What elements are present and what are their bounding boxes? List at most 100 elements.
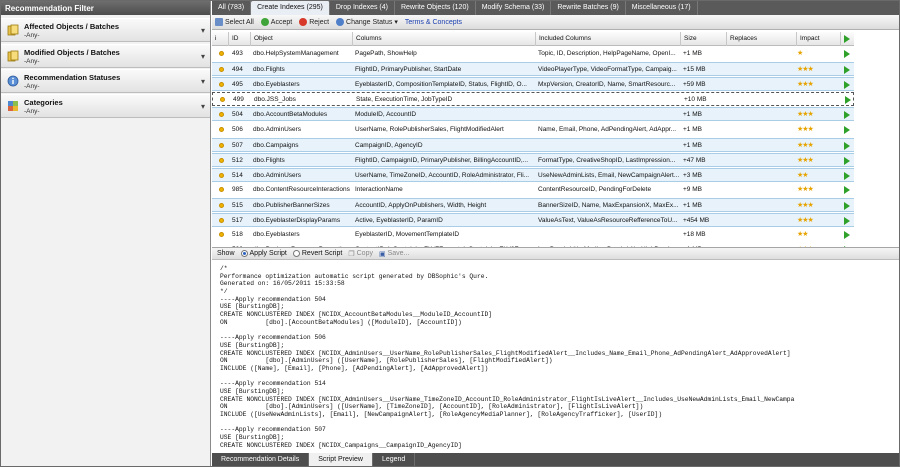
revert-script-label: Revert Script — [301, 250, 343, 257]
filter-categories[interactable]: Categories -Any- ▾ — [1, 94, 210, 118]
play-icon[interactable] — [844, 231, 850, 240]
play-icon[interactable] — [845, 96, 851, 105]
row-id: 495 — [232, 81, 243, 89]
script-line: ON [dbo].[AdminUsers] ([UserName], [Role… — [220, 357, 553, 365]
tab-drop-indexes[interactable]: Drop Indexes (4) — [330, 1, 395, 15]
select-all-button[interactable]: Select All — [215, 18, 254, 26]
table-row[interactable]: 515 dbo.PublisherBannerSizes AccountID, Ap… — [212, 198, 854, 212]
tab-miscellaneous[interactable]: Miscellaneous (17) — [626, 1, 698, 15]
filter-recommendation-statuses[interactable]: Recommendation Statuses -Any- ▾ — [1, 69, 210, 93]
row-size: +1 MB — [683, 202, 702, 209]
row-object: dbo.AdminUsers — [253, 171, 302, 179]
table-row[interactable]: 985 dbo.ContentResourceInteractions Intera… — [212, 182, 854, 197]
row-included-columns: VideoPlayerType, VideoFormatType, Campai… — [538, 66, 677, 74]
row-included-columns: MxpVersion, CreatorID, Name, SmartResour… — [538, 81, 676, 89]
filter-modified-objects[interactable]: Modified Objects / Batches -Any- ▾ — [1, 44, 210, 68]
row-columns: PagePath, ShowHelp — [355, 50, 417, 57]
row-id: 517 — [232, 217, 243, 225]
save-button[interactable]: ▣ Save... — [379, 250, 409, 258]
pending-status-icon — [219, 203, 224, 208]
id-column-header[interactable]: ID — [229, 32, 251, 46]
included-columns-header[interactable]: Included Columns — [536, 32, 681, 46]
pending-status-icon — [219, 218, 224, 224]
pending-status-icon — [219, 51, 224, 56]
play-icon[interactable] — [844, 156, 850, 165]
script-line: INCLUDE ([Name], [Email], [Phone], [AdPe… — [220, 364, 489, 372]
tab-all[interactable]: All (783) — [212, 1, 252, 15]
table-row[interactable]: 506 dbo.AdminUsers UserName, RolePublisher… — [212, 122, 854, 137]
info-column-header[interactable]: i — [212, 32, 229, 46]
play-icon[interactable] — [844, 185, 850, 194]
chevron-down-icon[interactable]: ▾ — [201, 102, 205, 111]
play-icon[interactable] — [844, 171, 850, 180]
row-object: dbo.Flights — [253, 66, 285, 74]
table-row[interactable]: 518 dbo.Eyeblasters EyeblasterID, Movement… — [212, 228, 854, 243]
chevron-down-icon[interactable]: ▾ — [201, 52, 205, 61]
tab-modify-schema[interactable]: Modify Schema (33) — [476, 1, 552, 15]
tab-rewrite-batches[interactable]: Rewrite Batches (9) — [551, 1, 626, 15]
pending-status-icon — [219, 112, 224, 118]
row-id: 512 — [232, 156, 243, 164]
table-row[interactable]: 495 dbo.Eyeblasters EyeblasterID, Composit… — [212, 77, 854, 92]
play-icon[interactable] — [844, 66, 850, 75]
play-icon[interactable] — [844, 81, 850, 90]
filter-title: Categories — [24, 98, 63, 107]
script-line: CREATE NONCLUSTERED INDEX [NCIDX_AdminUs… — [220, 395, 795, 403]
reject-button[interactable]: Reject — [299, 18, 329, 26]
impact-rating: ★★★ — [797, 185, 814, 193]
row-id: 514 — [232, 171, 243, 179]
size-column-header[interactable]: Size — [681, 32, 727, 46]
pending-status-icon — [219, 232, 224, 238]
filter-title: Modified Objects / Batches — [24, 48, 120, 57]
table-row[interactable]: 514 dbo.AdminUsers UserName, TimeZoneID, A… — [212, 167, 854, 182]
tab-legend[interactable]: Legend — [373, 453, 416, 466]
tab-script-preview[interactable]: Script Preview — [309, 453, 373, 466]
table-row[interactable]: 512 dbo.Flights FlightID, CampaignID, Prim… — [212, 152, 854, 167]
columns-column-header[interactable]: Columns — [353, 32, 536, 46]
table-row[interactable]: 494 dbo.Flights FlightID, PrimaryPublisher… — [212, 62, 854, 77]
play-icon[interactable] — [844, 202, 850, 210]
chevron-down-icon[interactable]: ▾ — [201, 26, 205, 35]
tab-create-indexes[interactable]: Create Indexes (295) — [251, 1, 330, 15]
category-tabs: All (783) Create Indexes (295) Drop Inde… — [212, 1, 899, 15]
accept-button[interactable]: Accept — [260, 18, 292, 26]
play-icon[interactable] — [844, 111, 850, 120]
change-status-button[interactable]: Change Status ▾ — [336, 18, 398, 26]
tab-rewrite-objects[interactable]: Rewrite Objects (120) — [395, 1, 476, 15]
pending-status-icon — [219, 142, 224, 148]
row-id: 506 — [232, 125, 243, 133]
revert-script-radio[interactable]: Revert Script — [292, 250, 343, 257]
script-preview-text[interactable]: /* Performance optimization automatic scr… — [212, 261, 899, 453]
tab-recommendation-details[interactable]: Recommendation Details — [212, 453, 310, 466]
row-included-columns: FormatType, CreativeShopID, LastImpressi… — [538, 156, 676, 164]
row-object: dbo.EyeblasterDisplayParams — [253, 217, 341, 225]
row-object: dbo.AdminUsers — [253, 125, 302, 133]
apply-script-radio[interactable]: Apply Script — [240, 250, 287, 257]
reject-label: Reject — [309, 18, 330, 26]
table-row[interactable]: 493 dbo.HelpSystemManagement PagePath, Sho… — [212, 47, 854, 61]
copy-button[interactable]: ❐ Copy — [348, 250, 373, 258]
pending-status-icon — [219, 82, 224, 88]
play-icon[interactable] — [844, 125, 850, 134]
row-size: +10 MB — [684, 96, 707, 104]
table-row[interactable]: 517 dbo.EyeblasterDisplayParams Active, Ey… — [212, 213, 854, 228]
object-column-header[interactable]: Object — [251, 32, 353, 46]
run-all-icon[interactable] — [844, 35, 850, 43]
play-icon[interactable] — [844, 50, 850, 58]
table-row[interactable]: 499 dbo.JSS_Jobs State, ExecutionTime, Job… — [212, 92, 854, 107]
apply-script-label: Apply Script — [249, 250, 287, 257]
row-size: +47 MB — [683, 156, 706, 164]
play-icon[interactable] — [844, 141, 850, 150]
play-icon[interactable] — [844, 217, 850, 226]
table-header: i ID Object Columns Included Columns Siz… — [212, 32, 854, 46]
pending-status-icon — [220, 97, 225, 103]
table-row[interactable]: 504 dbo.AccountBetaModules ModuleID, Accou… — [212, 107, 854, 122]
table-row[interactable]: 507 dbo.Campaigns CampaignID, AgencyID +1 M… — [212, 137, 854, 152]
impact-column-header[interactable]: Impact — [797, 32, 841, 46]
row-object: dbo.ContentResourceInteractions — [253, 185, 350, 193]
chevron-down-icon[interactable]: ▾ — [201, 77, 205, 86]
filter-panel-title: Recommendation Filter — [1, 1, 210, 15]
replaces-column-header[interactable]: Replaces — [727, 32, 797, 46]
filter-affected-objects[interactable]: Affected Objects / Batches -Any- ▾ — [1, 18, 210, 42]
terms-concepts-link[interactable]: Terms & Concepts — [405, 19, 462, 26]
